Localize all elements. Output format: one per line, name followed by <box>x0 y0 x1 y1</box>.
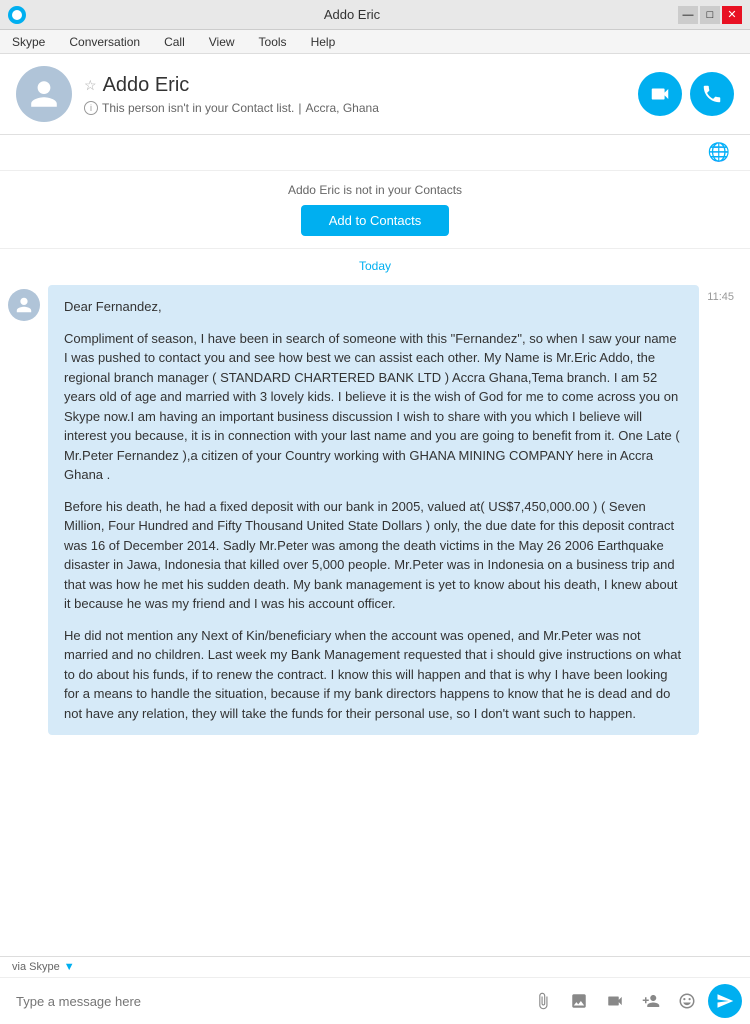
window-controls: — □ ✕ <box>678 6 742 24</box>
close-button[interactable]: ✕ <box>722 6 742 24</box>
title-bar: Addo Eric — □ ✕ <box>0 0 750 30</box>
attach-file-button[interactable] <box>528 986 558 1016</box>
emoji-button[interactable] <box>672 986 702 1016</box>
date-separator: Today <box>0 249 750 281</box>
emoji-icon <box>678 992 696 1010</box>
profile-name: Addo Eric <box>103 74 190 97</box>
phone-icon <box>701 83 723 105</box>
location-text: Accra, Ghana <box>306 101 379 115</box>
avatar <box>16 66 72 122</box>
video-msg-icon <box>606 992 624 1010</box>
sender-avatar <box>8 289 40 321</box>
video-icon <box>649 83 671 105</box>
menu-tools[interactable]: Tools <box>255 33 291 51</box>
profile-info: ☆ Addo Eric i This person isn't in your … <box>84 74 638 115</box>
app-icon <box>8 6 26 24</box>
menu-view[interactable]: View <box>205 33 239 51</box>
menu-bar: Skype Conversation Call View Tools Help <box>0 30 750 54</box>
menu-call[interactable]: Call <box>160 33 189 51</box>
globe-row: 🌐 <box>0 135 750 171</box>
input-area: via Skype ▼ <box>0 956 750 1024</box>
via-label: via Skype <box>12 961 60 973</box>
video-call-button[interactable] <box>638 72 682 116</box>
via-skype-dropdown[interactable]: ▼ <box>64 961 75 973</box>
message-input[interactable] <box>8 990 522 1013</box>
not-in-contacts-message: Addo Eric is not in your Contacts <box>16 183 734 197</box>
add-contacts-bar: Addo Eric is not in your Contacts Add to… <box>0 171 750 249</box>
image-icon <box>570 992 588 1010</box>
minimize-button[interactable]: — <box>678 6 698 24</box>
message-row: Dear Fernandez, Compliment of season, I … <box>0 281 750 739</box>
profile-name-row: ☆ Addo Eric <box>84 74 638 97</box>
video-message-button[interactable] <box>600 986 630 1016</box>
not-in-contact-text: This person isn't in your Contact list. <box>102 101 294 115</box>
send-icon <box>716 992 734 1010</box>
message-bubble: Dear Fernandez, Compliment of season, I … <box>48 285 699 735</box>
input-row <box>0 977 750 1024</box>
profile-header: ☆ Addo Eric i This person isn't in your … <box>0 54 750 135</box>
menu-help[interactable]: Help <box>307 33 340 51</box>
profile-actions <box>638 72 734 116</box>
star-icon[interactable]: ☆ <box>84 77 97 94</box>
window-title: Addo Eric <box>26 7 678 22</box>
separator: | <box>298 101 301 115</box>
globe-icon: 🌐 <box>708 142 730 163</box>
message-p3: Before his death, he had a fixed deposit… <box>64 497 683 614</box>
maximize-button[interactable]: □ <box>700 6 720 24</box>
image-button[interactable] <box>564 986 594 1016</box>
profile-subtitle: i This person isn't in your Contact list… <box>84 101 638 115</box>
info-icon: i <box>84 101 98 115</box>
call-button[interactable] <box>690 72 734 116</box>
message-p4: He did not mention any Next of Kin/benef… <box>64 626 683 724</box>
add-to-contacts-button[interactable]: Add to Contacts <box>301 205 450 236</box>
attach-icon <box>534 992 552 1010</box>
add-person-icon <box>642 992 660 1010</box>
message-time: 11:45 <box>707 285 734 303</box>
add-contact-button[interactable] <box>636 986 666 1016</box>
chat-area[interactable]: Today Dear Fernandez, Compliment of seas… <box>0 249 750 847</box>
menu-conversation[interactable]: Conversation <box>65 33 144 51</box>
message-p1: Dear Fernandez, <box>64 297 683 317</box>
via-skype-bar: via Skype ▼ <box>0 957 750 977</box>
menu-skype[interactable]: Skype <box>8 33 49 51</box>
send-button[interactable] <box>708 984 742 1018</box>
message-p2: Compliment of season, I have been in sea… <box>64 329 683 485</box>
